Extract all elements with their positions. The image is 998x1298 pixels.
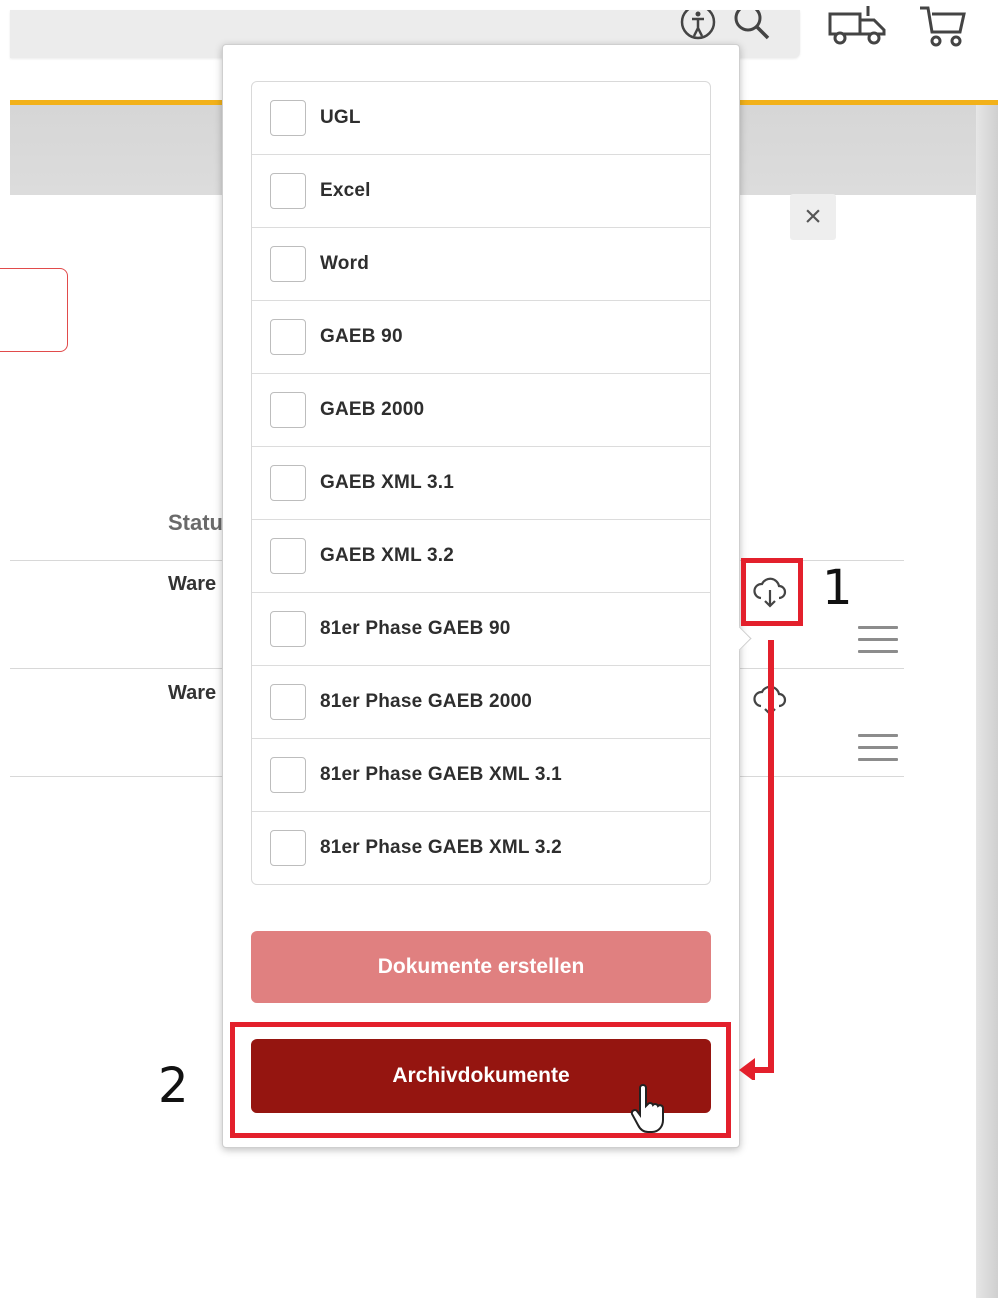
option-word[interactable]: Word [252,228,710,301]
option-label: 81er Phase GAEB 90 [320,618,511,639]
checkbox[interactable] [270,611,306,647]
annotation-number: 2 [158,1058,189,1114]
option-81er-gaeb-2000[interactable]: 81er Phase GAEB 2000 [252,666,710,739]
checkbox[interactable] [270,246,306,282]
option-label: 81er Phase GAEB XML 3.2 [320,837,562,858]
option-label: Word [320,253,369,274]
option-label: GAEB XML 3.1 [320,472,455,493]
menu-icon[interactable] [858,734,898,764]
option-ugl[interactable]: UGL [252,82,710,155]
menu-icon[interactable] [858,626,898,656]
option-label: 81er Phase GAEB XML 3.1 [320,764,562,785]
checkbox[interactable] [270,319,306,355]
accessibility-icon[interactable] [680,4,716,45]
delivery-truck-icon[interactable] [828,4,888,51]
option-label: Excel [320,180,371,201]
annotation-box-step2 [230,1022,731,1138]
annotation-number: 1 [822,560,853,616]
table-row-text: Ware [168,682,217,704]
option-gaeb-xml-3-2[interactable]: GAEB XML 3.2 [252,520,710,593]
close-button[interactable]: × [790,194,836,240]
checkbox[interactable] [270,465,306,501]
option-label: UGL [320,107,361,128]
checkbox[interactable] [270,757,306,793]
checkbox[interactable] [270,830,306,866]
annotation-box-step1 [741,558,803,626]
checkbox[interactable] [270,173,306,209]
option-gaeb-90[interactable]: GAEB 90 [252,301,710,374]
search-icon[interactable] [732,4,772,47]
option-label: 81er Phase GAEB 2000 [320,691,533,712]
checkbox[interactable] [270,538,306,574]
option-gaeb-xml-3-1[interactable]: GAEB XML 3.1 [252,447,710,520]
annotation-arrow [739,640,774,1080]
modal-backdrop-edge [976,105,998,1298]
option-label: GAEB XML 3.2 [320,545,455,566]
download-options-popover: UGL Excel Word GAEB 90 GAEB 2000 GAEB XM… [222,44,752,1148]
option-label: GAEB 2000 [320,399,425,420]
close-icon: × [804,200,822,233]
checkbox[interactable] [270,392,306,428]
format-option-list: UGL Excel Word GAEB 90 GAEB 2000 GAEB XM… [251,81,711,885]
option-gaeb-2000[interactable]: GAEB 2000 [252,374,710,447]
text-input[interactable] [0,268,68,352]
checkbox[interactable] [270,100,306,136]
checkbox[interactable] [270,684,306,720]
option-81er-gaeb-90[interactable]: 81er Phase GAEB 90 [252,593,710,666]
shopping-cart-icon[interactable] [918,4,968,53]
option-81er-gaeb-xml-3-2[interactable]: 81er Phase GAEB XML 3.2 [252,812,710,884]
option-label: GAEB 90 [320,326,403,347]
option-81er-gaeb-xml-3-1[interactable]: 81er Phase GAEB XML 3.1 [252,739,710,812]
status-column-header: Statu [168,510,223,535]
table-row-text: Ware [168,573,217,595]
option-excel[interactable]: Excel [252,155,710,228]
create-documents-button[interactable]: Dokumente erstellen [251,931,711,1003]
